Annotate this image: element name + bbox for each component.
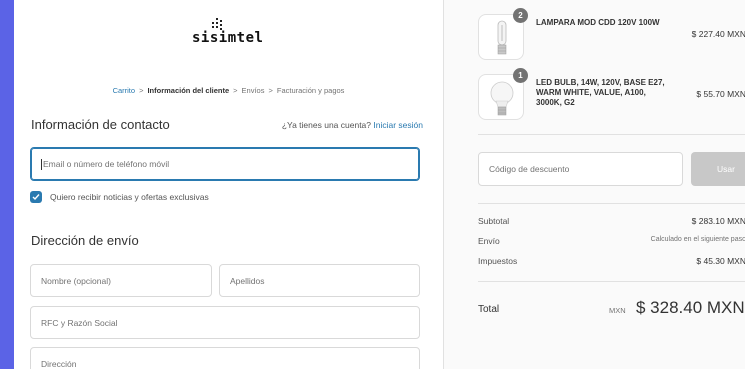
email-field[interactable]: Email o número de teléfono móvil <box>30 147 420 181</box>
contact-section-title: Información de contacto <box>31 117 170 132</box>
product-price: $ 227.40 MXN <box>691 29 745 39</box>
email-placeholder: Email o número de teléfono móvil <box>43 159 170 169</box>
taxes-value: $ 45.30 MXN <box>696 256 745 266</box>
subtotal-label: Subtotal <box>478 216 510 226</box>
shipping-value: Calculado en el siguiente paso <box>650 236 745 243</box>
breadcrumb-separator: > <box>139 86 144 95</box>
breadcrumb-billing: Facturación y pagos <box>276 86 345 95</box>
address-placeholder: Dirección <box>41 358 77 369</box>
account-question-text: ¿Ya tienes una cuenta? <box>281 120 372 130</box>
subtotal-value: $ 283.10 MXN <box>691 216 745 226</box>
breadcrumb-separator: > <box>233 86 238 95</box>
taxes-row: Impuestos $ 45.30 MXN <box>478 256 745 266</box>
first-name-field[interactable]: Nombre (opcional) <box>30 264 212 297</box>
product-price: $ 55.70 MXN <box>696 89 745 99</box>
newsletter-checkbox[interactable] <box>30 191 42 203</box>
total-label: Total <box>478 304 500 315</box>
login-link[interactable]: Iniciar sesión <box>373 120 423 130</box>
shipping-label: Envío <box>478 236 500 246</box>
breadcrumb: Carrito > Información del cliente > Envíos > F… <box>14 86 443 95</box>
divider <box>478 203 745 204</box>
taxes-label: Impuestos <box>478 256 518 266</box>
text-caret <box>41 158 42 170</box>
cart-item: 2 LAMPARA MOD CDD 120V 100W $ 227.40 MXN <box>478 8 745 62</box>
discount-code-input[interactable]: Código de descuento <box>478 152 683 186</box>
breadcrumb-separator: > <box>268 86 273 95</box>
divider <box>478 281 745 282</box>
address-field[interactable]: Dirección <box>30 347 420 369</box>
apply-discount-button[interactable]: Usar <box>691 152 745 186</box>
newsletter-option[interactable]: Quiero recibir noticias y ofertas exclus… <box>30 191 209 203</box>
discount-placeholder: Código de descuento <box>489 164 570 174</box>
order-summary-panel: 2 LAMPARA MOD CDD 120V 100W $ 227.40 MXN… <box>443 0 745 369</box>
total-value: $ 328.40 MXN <box>636 298 745 317</box>
divider <box>478 134 745 135</box>
quantity-badge: 2 <box>513 8 528 23</box>
last-name-field[interactable]: Apellidos <box>219 264 420 297</box>
breadcrumb-cart[interactable]: Carrito <box>113 86 136 95</box>
checkout-form-panel: sisimtel Carrito > Información del cliente… <box>14 0 443 369</box>
total-currency: MXN <box>609 306 626 315</box>
account-question: ¿Ya tienes una cuenta? Iniciar sesión <box>282 120 423 130</box>
breadcrumb-customer-info: Información del cliente <box>147 86 230 95</box>
shipping-row: Envío Calculado en el siguiente paso <box>478 236 745 246</box>
newsletter-label: Quiero recibir noticias y ofertas exclus… <box>50 192 209 202</box>
shipping-section-title: Dirección de envío <box>31 233 139 248</box>
rfc-field[interactable]: RFC y Razón Social <box>30 306 420 339</box>
product-name: LAMPARA MOD CDD 120V 100W <box>536 18 660 27</box>
first-name-placeholder: Nombre (opcional) <box>41 275 111 286</box>
product-name: LED BULB, 14W, 120V, BASE E27, WARM WHIT… <box>536 78 665 107</box>
cart-item: 1 LED BULB, 14W, 120V, BASE E27, WARM WH… <box>478 68 745 122</box>
last-name-placeholder: Apellidos <box>230 275 265 286</box>
store-logo[interactable]: sisimtel <box>192 18 266 48</box>
logo-wordmark: sisimtel <box>192 30 264 46</box>
subtotal-row: Subtotal $ 283.10 MXN <box>478 216 745 226</box>
breadcrumb-shipping: Envíos <box>241 86 265 95</box>
checkmark-icon <box>32 194 40 201</box>
quantity-badge: 1 <box>513 68 528 83</box>
rfc-placeholder: RFC y Razón Social <box>41 317 118 328</box>
